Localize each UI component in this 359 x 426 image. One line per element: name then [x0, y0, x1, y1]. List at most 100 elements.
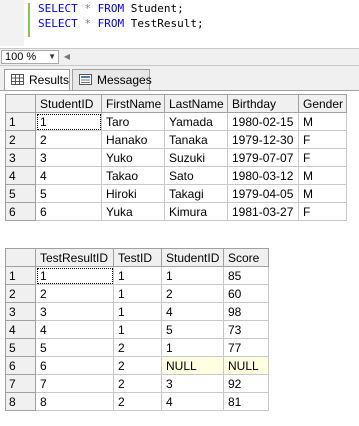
grid-cell[interactable]: 1979-12-30: [227, 130, 299, 149]
grid-cell[interactable]: 3: [35, 148, 102, 167]
null-cell[interactable]: NULL: [223, 356, 269, 375]
row-number[interactable]: 1: [5, 266, 36, 285]
table-row[interactable]: 2 2 Hanako Tanaka 1979-12-30 F: [5, 130, 347, 149]
grid-cell[interactable]: 77: [223, 338, 269, 357]
grid-cell[interactable]: M: [298, 184, 347, 203]
grid-cell[interactable]: Kimura: [164, 202, 228, 221]
grid-cell[interactable]: 1980-03-12: [227, 166, 299, 185]
grid-cell[interactable]: 6: [35, 356, 114, 375]
row-number[interactable]: 4: [5, 166, 36, 185]
grid-cell[interactable]: 2: [161, 284, 224, 303]
row-number[interactable]: 8: [5, 392, 36, 411]
grid-cell[interactable]: 1: [113, 266, 162, 285]
grid-cell[interactable]: 8: [35, 392, 114, 411]
grid-cell[interactable]: Yuka: [101, 202, 165, 221]
table-row[interactable]: 7 7 2 3 92: [5, 374, 269, 393]
grid-cell[interactable]: 6: [35, 202, 102, 221]
grid-cell[interactable]: Yamada: [164, 112, 228, 131]
grid-cell[interactable]: 3: [161, 374, 224, 393]
column-header[interactable]: TestResultID: [35, 248, 114, 267]
grid-cell[interactable]: 1: [161, 266, 224, 285]
row-number[interactable]: 2: [5, 284, 36, 303]
grid-cell[interactable]: 98: [223, 302, 269, 321]
grid-cell[interactable]: 2: [35, 284, 114, 303]
sql-editor[interactable]: SELECT * FROM Student; SELECT * FROM Tes…: [0, 0, 359, 46]
grid-cell[interactable]: F: [298, 148, 347, 167]
grid-cell[interactable]: Taro: [101, 112, 165, 131]
column-header[interactable]: FirstName: [101, 94, 165, 113]
column-header[interactable]: StudentID: [35, 94, 102, 113]
grid-cell[interactable]: 7: [35, 374, 114, 393]
table-row[interactable]: 3 3 1 4 98: [5, 302, 269, 321]
table-row[interactable]: 5 5 2 1 77: [5, 338, 269, 357]
grid-corner[interactable]: [5, 94, 36, 113]
table-row[interactable]: 2 2 1 2 60: [5, 284, 269, 303]
grid-cell[interactable]: F: [298, 202, 347, 221]
grid-cell[interactable]: 1: [113, 302, 162, 321]
grid-cell[interactable]: 4: [161, 392, 224, 411]
grid-cell[interactable]: Takao: [101, 166, 165, 185]
column-header[interactable]: Birthday: [227, 94, 299, 113]
grid-cell[interactable]: 1980-02-15: [227, 112, 299, 131]
table-row[interactable]: 8 8 2 4 81: [5, 392, 269, 411]
grid-cell[interactable]: Takagi: [164, 184, 228, 203]
grid-cell[interactable]: 1979-04-05: [227, 184, 299, 203]
row-number[interactable]: 6: [5, 202, 36, 221]
grid-cell[interactable]: 2: [113, 392, 162, 411]
table-row[interactable]: 1 1 Taro Yamada 1980-02-15 M: [5, 112, 347, 131]
scroll-left-icon[interactable]: ◀: [62, 52, 72, 62]
table-row[interactable]: 6 6 Yuka Kimura 1981-03-27 F: [5, 202, 347, 221]
table-row[interactable]: 5 5 Hiroki Takagi 1979-04-05 M: [5, 184, 347, 203]
null-cell[interactable]: NULL: [161, 356, 224, 375]
grid-cell[interactable]: 2: [113, 338, 162, 357]
grid-cell[interactable]: 73: [223, 320, 269, 339]
row-number[interactable]: 3: [5, 302, 36, 321]
code-line-2[interactable]: SELECT * FROM TestResult;: [38, 17, 204, 31]
column-header[interactable]: TestID: [113, 248, 162, 267]
grid-cell[interactable]: 5: [161, 320, 224, 339]
grid-cell[interactable]: 1: [35, 112, 102, 131]
grid-cell[interactable]: 81: [223, 392, 269, 411]
grid-cell[interactable]: 85: [223, 266, 269, 285]
students-result-grid[interactable]: StudentID FirstName LastName Birthday Ge…: [5, 94, 347, 221]
grid-cell[interactable]: 4: [35, 166, 102, 185]
tab-messages[interactable]: Messages: [72, 69, 152, 90]
column-header[interactable]: Score: [223, 248, 269, 267]
grid-cell[interactable]: 2: [35, 130, 102, 149]
grid-cell[interactable]: M: [298, 112, 347, 131]
grid-cell[interactable]: 5: [35, 338, 114, 357]
grid-cell[interactable]: 1: [161, 338, 224, 357]
table-row[interactable]: 3 3 Yuko Suzuki 1979-07-07 F: [5, 148, 347, 167]
zoom-select[interactable]: 100 % ▼: [1, 50, 59, 64]
row-number[interactable]: 5: [5, 338, 36, 357]
row-number[interactable]: 4: [5, 320, 36, 339]
row-number[interactable]: 7: [5, 374, 36, 393]
grid-cell[interactable]: Sato: [164, 166, 228, 185]
row-number[interactable]: 3: [5, 148, 36, 167]
row-number[interactable]: 2: [5, 130, 36, 149]
grid-cell[interactable]: Yuko: [101, 148, 165, 167]
column-header[interactable]: Gender: [298, 94, 347, 113]
grid-cell[interactable]: Tanaka: [164, 130, 228, 149]
row-number[interactable]: 1: [5, 112, 36, 131]
grid-cell[interactable]: 2: [113, 374, 162, 393]
grid-cell[interactable]: 4: [161, 302, 224, 321]
grid-cell[interactable]: 1: [35, 266, 114, 285]
grid-cell[interactable]: 1979-07-07: [227, 148, 299, 167]
grid-cell[interactable]: 2: [113, 356, 162, 375]
column-header[interactable]: StudentID: [161, 248, 224, 267]
table-row[interactable]: 4 4 Takao Sato 1980-03-12 M: [5, 166, 347, 185]
grid-cell[interactable]: 1: [113, 320, 162, 339]
chevron-down-icon[interactable]: ▼: [48, 51, 56, 63]
grid-cell[interactable]: Suzuki: [164, 148, 228, 167]
row-number[interactable]: 6: [5, 356, 36, 375]
grid-cell[interactable]: 5: [35, 184, 102, 203]
grid-cell[interactable]: 92: [223, 374, 269, 393]
row-number[interactable]: 5: [5, 184, 36, 203]
table-row[interactable]: 6 6 2 NULL NULL: [5, 356, 269, 375]
grid-cell[interactable]: 3: [35, 302, 114, 321]
code-line-1[interactable]: SELECT * FROM Student;: [38, 2, 184, 16]
table-row[interactable]: 4 4 1 5 73: [5, 320, 269, 339]
tab-results[interactable]: Results: [4, 69, 70, 91]
testresult-result-grid[interactable]: TestResultID TestID StudentID Score 1111…: [5, 248, 269, 411]
